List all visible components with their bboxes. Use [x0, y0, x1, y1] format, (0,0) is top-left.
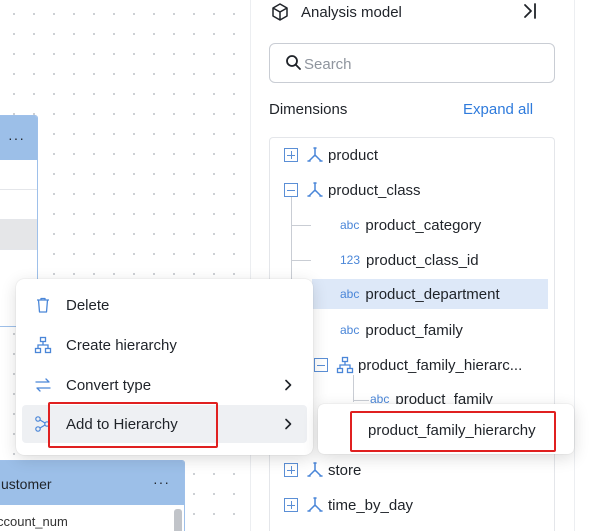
number-type-icon: 123: [340, 253, 361, 267]
chevron-right-icon: [285, 418, 292, 430]
tree-item-label: product_category: [365, 216, 482, 234]
menu-item-add-to-hierarchy[interactable]: Add to Hierarchy: [22, 405, 307, 443]
expand-icon[interactable]: [284, 498, 298, 512]
search-input[interactable]: [304, 52, 544, 76]
dimension-icon: [307, 497, 323, 512]
tree-item-hierarchy[interactable]: product_family_hierarc...: [314, 350, 522, 380]
menu-item-label: Convert type: [66, 376, 152, 394]
add-hierarchy-icon: [35, 416, 50, 432]
expand-icon[interactable]: [284, 463, 298, 477]
dimension-icon: [307, 182, 323, 197]
table-row[interactable]: [0, 220, 37, 250]
menu-item-label: Delete: [66, 296, 110, 314]
text-type-icon: abc: [340, 218, 360, 232]
chevron-right-icon: [285, 379, 292, 391]
submenu-item-hierarchy[interactable]: product_family_hierarchy: [368, 422, 536, 439]
collapse-icon[interactable]: [284, 183, 298, 197]
scrollbar[interactable]: [174, 509, 182, 531]
panel-header: Analysis model: [270, 0, 402, 24]
tree-item-product-class[interactable]: product_class: [284, 175, 421, 205]
menu-item-delete[interactable]: Delete: [22, 286, 307, 324]
hierarchy-icon: [336, 356, 354, 374]
convert-icon: [35, 378, 51, 392]
panel-divider: [574, 0, 575, 531]
table-menu-icon[interactable]: ···: [8, 130, 25, 146]
text-type-icon: abc: [340, 287, 360, 301]
tree-item-product-family[interactable]: abc product_family: [340, 315, 463, 345]
tree-item-time-by-day[interactable]: time_by_day: [284, 490, 413, 520]
menu-item-label: Create hierarchy: [66, 336, 177, 354]
tree-item-label: product_family_hierarc...: [358, 356, 523, 374]
expand-icon[interactable]: [284, 148, 298, 162]
table-row[interactable]: [0, 160, 37, 190]
tree-item-label: time_by_day: [328, 496, 414, 514]
collapse-right-icon[interactable]: [521, 1, 539, 21]
context-menu: Delete Create hierarchy Convert type Add…: [16, 279, 313, 455]
tree-connector: [291, 225, 311, 226]
menu-item-label: Add to Hierarchy: [66, 415, 178, 433]
table-card-header[interactable]: ustomer ···: [0, 461, 184, 505]
tree-item-label: product_class: [328, 181, 421, 199]
table-field[interactable]: ccount_num: [0, 514, 68, 529]
table-row[interactable]: [0, 190, 37, 220]
table-card-header[interactable]: ···: [0, 116, 37, 160]
trash-icon: [37, 297, 49, 313]
hierarchy-submenu: product_family_hierarchy: [318, 404, 574, 454]
tree-item-label: store: [328, 461, 362, 479]
tree-item-store[interactable]: store: [284, 455, 361, 485]
panel-title: Analysis model: [301, 3, 402, 21]
menu-item-create-hierarchy[interactable]: Create hierarchy: [22, 326, 307, 364]
dimension-icon: [307, 147, 323, 162]
tree-item-label: product_department: [365, 285, 500, 303]
collapse-icon[interactable]: [314, 358, 328, 372]
dimensions-heading: Dimensions: [269, 101, 348, 118]
tree-item-product[interactable]: product: [284, 140, 378, 170]
tree-connector: [353, 400, 369, 401]
menu-item-convert-type[interactable]: Convert type: [22, 366, 307, 404]
tree-item-label: product_family: [365, 321, 463, 339]
text-type-icon: abc: [340, 323, 360, 337]
table-card-customer[interactable]: ustomer ··· ccount_num: [0, 460, 185, 531]
tree-item-label: product: [328, 146, 379, 164]
cube-icon: [272, 3, 288, 21]
search-box[interactable]: [269, 43, 555, 83]
tree-item-product-department[interactable]: abc product_department: [312, 279, 548, 309]
table-card-title: ustomer: [1, 476, 52, 492]
expand-all-link[interactable]: Expand all: [463, 101, 533, 118]
table-menu-icon[interactable]: ···: [153, 474, 170, 490]
tree-item-product-category[interactable]: abc product_category: [340, 210, 481, 240]
tree-item-product-class-id[interactable]: 123 product_class_id: [340, 245, 479, 275]
hierarchy-icon: [34, 336, 52, 354]
dimension-icon: [307, 462, 323, 477]
tree-connector: [291, 260, 311, 261]
tree-item-label: product_class_id: [366, 251, 479, 269]
search-icon: [286, 55, 301, 70]
